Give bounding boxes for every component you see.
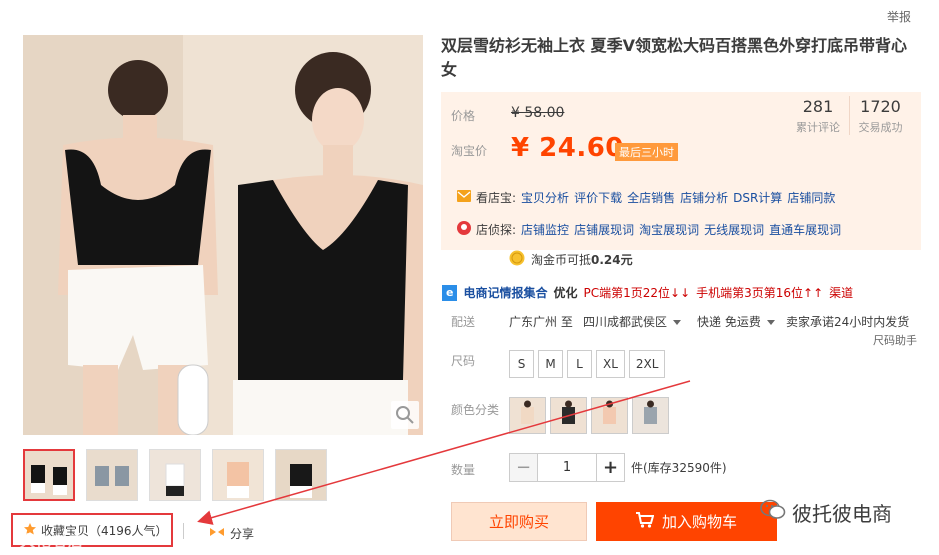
ship-method-select[interactable]: 快递 免运费	[697, 313, 775, 330]
size-label: 尺码	[451, 354, 476, 368]
thumbnail-5[interactable]	[275, 449, 327, 501]
detective-icon	[457, 221, 471, 238]
zoom-icon[interactable]	[391, 401, 419, 429]
color-label: 颜色分类	[451, 403, 500, 417]
shipping-label: 配送	[451, 315, 476, 329]
size-option[interactable]: L	[567, 350, 592, 378]
size-helper-link[interactable]: 尺码助手	[873, 332, 917, 348]
tool-link[interactable]: 直通车展现词	[769, 221, 841, 238]
size-option[interactable]: M	[538, 350, 563, 378]
pc-rank: PC端第1页22位↓↓	[583, 286, 691, 300]
plugin-name[interactable]: 电商记情报集合	[463, 284, 547, 301]
add-to-cart-label: 加入购物车	[661, 513, 737, 531]
price-panel: 价格 ¥ 58.00 淘宝价 ¥ 24.60 最后三小时 281 累计评论 17…	[441, 92, 921, 250]
tool-link[interactable]: 全店销售	[627, 189, 675, 206]
tool-link[interactable]: 店铺分析	[680, 189, 728, 206]
increment-button[interactable]: +	[596, 453, 625, 482]
tool-link[interactable]: 店铺监控	[521, 221, 569, 238]
share-button[interactable]: 分享	[210, 525, 254, 542]
thumbnail-2[interactable]	[86, 449, 138, 501]
thumbnail-strip	[23, 449, 327, 501]
buy-now-label: 立即购买	[488, 513, 549, 531]
shop-detective-row: 店侦探: 店铺监控 店铺展现词 淘宝展现词 无线展现词 直通车展现词	[457, 221, 841, 238]
quantity-label: 数量	[451, 463, 476, 477]
stat-transactions[interactable]: 1720 交易成功	[849, 96, 911, 135]
divider	[183, 523, 184, 539]
tool-link[interactable]: 店铺同款	[787, 189, 835, 206]
stat-number: 1720	[860, 97, 901, 116]
ship-promise: 卖家承诺24小时内发货	[786, 315, 910, 329]
stats-panel: 281 累计评论 1720 交易成功	[787, 96, 911, 135]
tool-link[interactable]: 评价下载	[574, 189, 622, 206]
stat-reviews[interactable]: 281 累计评论	[787, 96, 849, 135]
watermark-bottom-right: 彼托彼电商	[760, 498, 892, 527]
main-product-image[interactable]	[23, 35, 423, 435]
mobile-rank: 手机端第3页第16位↑↑	[696, 286, 824, 300]
share-label: 分享	[230, 527, 255, 541]
tool-link[interactable]: 无线展现词	[704, 221, 764, 238]
optimize-link[interactable]: 优化	[553, 284, 577, 301]
add-to-cart-button[interactable]: 加入购物车	[596, 502, 777, 541]
color-option-3[interactable]	[591, 397, 628, 434]
coin-amount: 0.24元	[591, 253, 633, 267]
plugin-badge: e	[442, 284, 458, 301]
tool-link[interactable]: 店铺展现词	[574, 221, 634, 238]
product-photo-illustration	[23, 35, 423, 435]
color-option-2[interactable]	[550, 397, 587, 434]
thumbnail-4[interactable]	[212, 449, 264, 501]
stat-number: 281	[802, 97, 834, 116]
stock-count: 件(库存32590件)	[631, 461, 727, 475]
ship-method: 快递 免运费	[697, 315, 761, 329]
ship-to-select[interactable]: 四川成都武侯区	[583, 313, 682, 330]
ship-from: 广东广州 至	[509, 315, 573, 329]
quantity-input[interactable]: 1	[538, 453, 596, 482]
shop-treasure-row: 看店宝: 宝贝分析 评价下载 全店销售 店铺分析 DSR计算 店铺同款	[457, 189, 835, 206]
stat-label: 累计评论	[796, 121, 840, 134]
thumbnail-1[interactable]	[23, 449, 75, 501]
channel-link[interactable]: 渠道	[829, 284, 853, 301]
ranking-row: e 电商记情报集合 优化 PC端第1页22位↓↓ 手机端第3页第16位↑↑ 渠道	[442, 284, 853, 301]
stat-label: 交易成功	[858, 121, 903, 134]
coin-text: 淘金币可抵	[531, 253, 592, 267]
original-price-label: 价格	[451, 109, 476, 123]
shop-treasure-label: 看店宝:	[476, 191, 517, 205]
size-option[interactable]: 2XL	[628, 350, 666, 378]
sale-price: ¥ 24.60	[511, 133, 624, 163]
buy-now-button[interactable]: 立即购买	[451, 502, 587, 541]
watermark-bottom-left: 大佬者店	[20, 532, 85, 550]
sale-price-label: 淘宝价	[451, 144, 488, 158]
watermark-text: 彼托彼电商	[792, 502, 892, 526]
color-option-1[interactable]	[509, 397, 546, 434]
report-link[interactable]: 举报	[887, 8, 911, 25]
chevron-down-icon	[766, 320, 775, 325]
quantity-stepper: − 1 + 件(库存32590件)	[509, 453, 727, 482]
thumbnail-3[interactable]	[149, 449, 201, 501]
wechat-icon	[760, 499, 786, 526]
ship-to: 四川成都武侯区	[583, 315, 668, 329]
product-title: 双层雪纺衫无袖上衣 夏季V领宽松大码百搭黑色外穿打底吊带背心女	[441, 36, 907, 79]
tool-link[interactable]: DSR计算	[733, 189, 782, 206]
tool-link[interactable]: 淘宝展现词	[639, 221, 699, 238]
size-option[interactable]: XL	[596, 350, 625, 378]
mail-icon	[457, 190, 471, 205]
tool-link[interactable]: 宝贝分析	[521, 189, 569, 206]
color-options	[509, 397, 669, 434]
size-options: S M L XL 2XL	[509, 350, 666, 378]
chevron-down-icon	[673, 320, 682, 325]
original-price: ¥ 58.00	[511, 105, 565, 121]
coin-icon	[509, 250, 525, 269]
taobao-coin-row: 淘金币可抵 0.24元	[509, 250, 633, 269]
decrement-button[interactable]: −	[509, 453, 538, 482]
color-option-4[interactable]	[632, 397, 669, 434]
share-icon	[210, 526, 224, 541]
promo-badge: 最后三小时	[615, 143, 678, 161]
cart-icon	[635, 511, 655, 532]
shop-detective-label: 店侦探:	[476, 223, 517, 237]
size-option[interactable]: S	[509, 350, 534, 378]
